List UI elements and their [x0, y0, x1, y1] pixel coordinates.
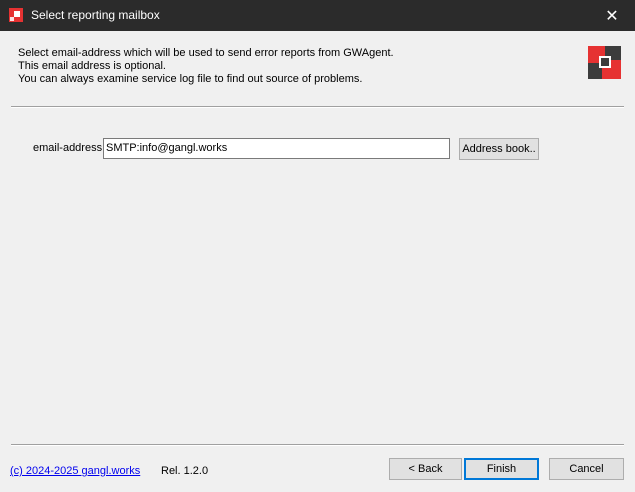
release-version: Rel. 1.2.0: [161, 465, 209, 477]
footer-separator: [11, 444, 624, 446]
description-line-3: You can always examine service log file …: [18, 73, 363, 85]
copyright-link[interactable]: (c) 2024-2025 gangl.works: [10, 465, 140, 477]
back-button[interactable]: < Back: [389, 458, 462, 480]
description-line-1: Select email-address which will be used …: [18, 47, 394, 59]
address-book-button[interactable]: Address book..: [459, 138, 539, 160]
window-title: Select reporting mailbox: [31, 8, 160, 22]
close-button[interactable]: ✕: [589, 0, 635, 31]
email-address-input[interactable]: [103, 138, 450, 159]
header-separator: [11, 106, 624, 108]
gwagent-logo-icon: [588, 46, 621, 79]
description-line-2: This email address is optional.: [18, 60, 166, 72]
app-icon: [9, 8, 23, 22]
description: Select email-address which will be used …: [18, 47, 394, 86]
close-icon: ✕: [605, 7, 619, 25]
title-bar: Select reporting mailbox ✕: [0, 0, 635, 31]
cancel-button[interactable]: Cancel: [549, 458, 624, 480]
finish-button[interactable]: Finish: [464, 458, 539, 480]
email-address-label: email-address:: [33, 142, 106, 154]
